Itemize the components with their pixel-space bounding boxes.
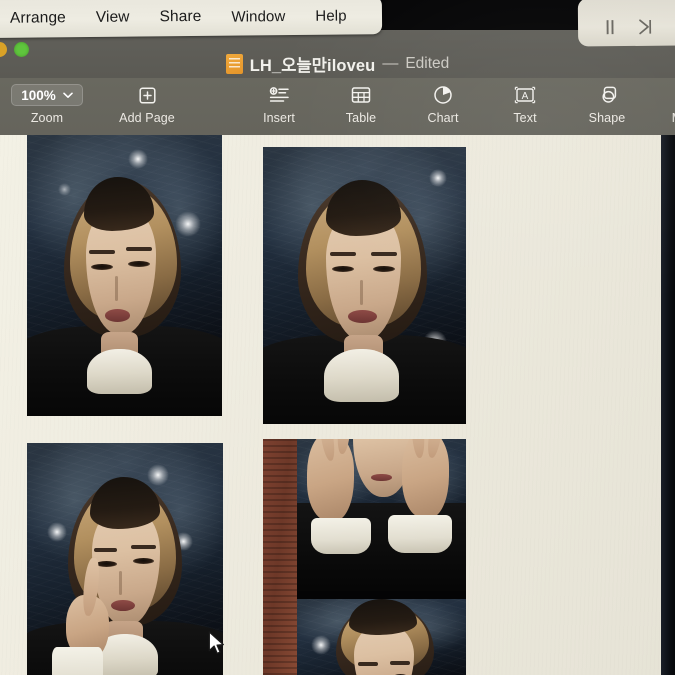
light-orb xyxy=(310,634,331,655)
photo-subject-mouth xyxy=(348,310,377,324)
photo-subject-brow xyxy=(130,545,157,550)
canvas-photo-2[interactable] xyxy=(263,147,466,424)
canvas-photo-3[interactable] xyxy=(27,443,223,675)
photo-subject-mouth xyxy=(105,309,131,322)
photo-subject-brow xyxy=(93,547,118,552)
app-toolbar: 100% Zoom Add Page Insert Table Chart A … xyxy=(0,78,675,183)
menu-item-help[interactable]: Help xyxy=(305,7,356,24)
insert-icon xyxy=(269,84,290,106)
toolbar-button-text[interactable]: A Text xyxy=(494,78,556,125)
canvas-photo-1[interactable] xyxy=(27,135,222,416)
document-title-group: LH_오늘만iloveu — Edited xyxy=(0,30,675,78)
zoom-value: 100% xyxy=(21,87,56,103)
text-box-icon: A xyxy=(514,84,536,106)
svg-text:A: A xyxy=(522,91,529,102)
screen-photo: LH_오늘만iloveu — Edited 100% Zoom Add Page… xyxy=(0,0,675,675)
skip-forward-icon[interactable] xyxy=(638,19,653,35)
photo-subject-collar xyxy=(323,349,399,402)
document-edited-status: Edited xyxy=(405,54,450,72)
photo-4-wood-edge xyxy=(263,439,297,675)
photo-subject-brow xyxy=(89,250,115,255)
toolbar-button-insert[interactable]: Insert xyxy=(248,78,310,125)
photo-4-upper-crop xyxy=(297,439,466,591)
chart-pie-icon xyxy=(433,84,453,106)
photo-subject-brow xyxy=(370,252,397,257)
playback-control-strip xyxy=(577,0,675,47)
zoom-glyph: 100% xyxy=(11,84,83,106)
toolbar-button-table[interactable]: Table xyxy=(330,78,392,125)
menu-item-arrange[interactable]: Arrange xyxy=(0,9,76,27)
photo-subject-hand xyxy=(401,439,450,518)
photo-4-lower-crop xyxy=(297,598,466,675)
photo-subject-collar xyxy=(87,348,152,394)
menu-item-share[interactable]: Share xyxy=(149,8,211,25)
menu-item-window[interactable]: Window xyxy=(221,8,295,26)
toolbar-label-add-page: Add Page xyxy=(119,111,175,125)
title-separator: — xyxy=(382,54,399,72)
menu-item-view[interactable]: View xyxy=(86,9,140,26)
photo-subject-brow xyxy=(357,662,379,667)
toolbar-label-chart: Chart xyxy=(427,111,459,125)
document-name[interactable]: LH_오늘만iloveu xyxy=(250,52,376,76)
photo-subject-cuff xyxy=(52,647,104,675)
toolbar-right-group: Insert Table Chart A Text Shape xyxy=(248,78,675,125)
light-orb xyxy=(146,463,169,486)
add-page-icon xyxy=(138,84,157,106)
photo-subject-nose xyxy=(114,275,118,301)
toolbar-button-add-page[interactable]: Add Page xyxy=(116,78,178,125)
keynote-window: LH_오늘만iloveu — Edited 100% Zoom Add Page… xyxy=(0,30,675,675)
shape-icon xyxy=(597,84,618,106)
light-orb xyxy=(46,521,67,542)
light-orb xyxy=(175,210,202,237)
toolbar-left-group: 100% Zoom Add Page xyxy=(11,78,178,125)
toolbar-label-insert: Insert xyxy=(263,111,295,125)
keynote-document-icon xyxy=(225,53,243,74)
toolbar-button-media[interactable]: Media xyxy=(658,78,675,125)
table-icon xyxy=(351,84,371,106)
chevron-down-icon xyxy=(62,92,73,98)
photo-subject-brow xyxy=(126,247,152,252)
zoom-control[interactable]: 100% Zoom xyxy=(11,78,83,125)
photo-subject-nose xyxy=(360,279,364,305)
toolbar-label-text: Text xyxy=(513,111,537,125)
toolbar-button-shape[interactable]: Shape xyxy=(576,78,638,125)
photo-subject-cuff xyxy=(310,517,372,555)
slide-canvas[interactable] xyxy=(0,135,661,675)
window-titlebar: LH_오늘만iloveu — Edited xyxy=(0,30,675,78)
toolbar-label-shape: Shape xyxy=(588,111,626,125)
light-orb xyxy=(58,182,72,196)
photo-subject-cuff xyxy=(388,514,453,553)
zoom-dropdown[interactable]: 100% xyxy=(11,84,83,106)
photo-subject-brow xyxy=(389,661,411,666)
pause-icon[interactable] xyxy=(604,19,616,35)
photo-subject-brow xyxy=(329,252,357,257)
arrow-pointer-icon xyxy=(208,631,224,655)
toolbar-button-chart[interactable]: Chart xyxy=(412,78,474,125)
macos-menubar: Arrange View Share Window Help xyxy=(0,0,383,38)
display-bezel-right xyxy=(661,135,675,675)
photo-subject-nose xyxy=(119,571,123,595)
zoom-label: Zoom xyxy=(30,111,64,125)
canvas-photo-4[interactable] xyxy=(263,439,466,675)
photo-subject-eye xyxy=(95,560,118,567)
toolbar-label-table: Table xyxy=(345,111,377,125)
